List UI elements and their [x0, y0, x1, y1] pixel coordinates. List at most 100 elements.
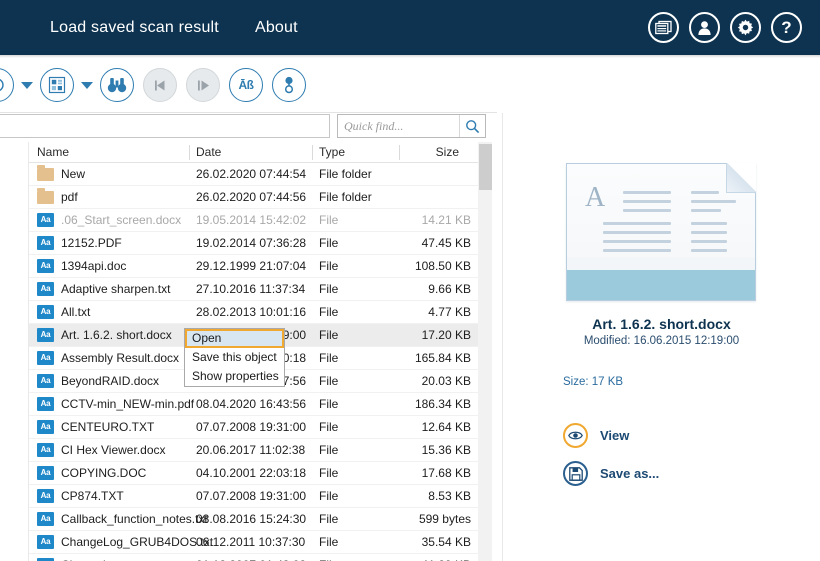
caret-down-icon-2[interactable]: [81, 81, 93, 89]
menu-item-open[interactable]: Open: [185, 329, 284, 348]
menu-item-show-properties[interactable]: Show properties: [185, 367, 284, 386]
table-row[interactable]: Aa All.txt 28.02.2013 10:01:16 File 4.77 KB: [29, 301, 478, 324]
cell-name: Adaptive sharpen.txt: [61, 282, 171, 296]
save-as-button[interactable]: Save as...: [563, 461, 659, 486]
table-row[interactable]: pdf 26.02.2020 07:44:56 File folder: [29, 186, 478, 209]
cell-date: 04.10.2001 22:03:18: [196, 466, 307, 480]
cell-type: File: [319, 512, 339, 526]
nav-load-saved-scan-result[interactable]: Load saved scan result: [50, 19, 219, 37]
cell-type: File: [319, 213, 339, 227]
cell-date: 20.06.2017 11:02:38: [196, 443, 306, 457]
document-icon: Aa: [37, 236, 54, 250]
file-list-header: Name Date Type Size: [29, 142, 492, 163]
table-row[interactable]: Aa .06_Start_screen.docx 19.05.2014 15:42:…: [29, 209, 478, 232]
path-input[interactable]: [0, 114, 330, 138]
binoculars-icon: [107, 78, 127, 93]
view-button[interactable]: View: [563, 423, 629, 448]
search-input[interactable]: Quick find...: [338, 119, 459, 134]
cell-name: Callback_function_notes.txt: [61, 512, 208, 526]
cell-type: File: [319, 259, 339, 273]
table-row[interactable]: Aa Adaptive sharpen.txt 27.10.2016 11:37:3…: [29, 278, 478, 301]
cell-size: 108.50 KB: [414, 259, 471, 273]
table-row[interactable]: Aa 1394api.doc 29.12.1999 21:07:04 File 108.…: [29, 255, 478, 278]
cell-size: 599 bytes: [418, 512, 471, 526]
cell-name: CENTEURO.TXT: [61, 420, 155, 434]
cell-type: File: [319, 351, 339, 365]
table-row[interactable]: Aa 12152.PDF 19.02.2014 07:36:28 File 47.45 …: [29, 232, 478, 255]
search-icon[interactable]: [459, 115, 485, 137]
document-icon: Aa: [37, 282, 54, 296]
preview-title: Art. 1.6.2. short.docx: [592, 316, 731, 332]
cell-size: 17.68 KB: [421, 466, 471, 480]
cell-type: File: [319, 466, 339, 480]
user-icon[interactable]: [689, 12, 720, 43]
table-row[interactable]: Aa CCTV-min_NEW-min.pdf 08.04.2020 16:43:5…: [29, 393, 478, 416]
column-header-type[interactable]: Type: [319, 145, 345, 159]
cell-date: 08.08.2016 15:24:30: [196, 512, 307, 526]
cell-date: 08.04.2020 16:43:56: [196, 397, 307, 411]
cell-type: File: [319, 420, 339, 434]
help-icon[interactable]: ?: [771, 12, 802, 43]
encoding-button[interactable]: Āß: [229, 68, 263, 102]
document-icon: Aa: [37, 374, 54, 388]
preview-panel: A Art. 1.6.2. short.docx Modified: 16.06…: [503, 113, 820, 561]
next-button[interactable]: [186, 68, 220, 102]
table-row[interactable]: Aa Callback_function_notes.txt 08.08.2016 …: [29, 508, 478, 531]
cell-date: 29.12.1999 21:07:04: [196, 259, 307, 273]
toolbar-partial-button[interactable]: [0, 68, 14, 102]
cell-type: File: [319, 397, 339, 411]
quick-find-container: Quick find...: [337, 114, 486, 138]
preview-size: Size: 17 KB: [563, 376, 624, 388]
cell-size: 9.66 KB: [428, 282, 471, 296]
cell-name: ChangeLog_GRUB4DOS.txt: [61, 535, 214, 549]
filter-button[interactable]: [272, 68, 306, 102]
windows-icon[interactable]: [648, 12, 679, 43]
table-row[interactable]: AaChangelog.txt01.12.2007 01:43:02File11…: [29, 554, 478, 561]
column-header-size[interactable]: Size: [414, 145, 459, 159]
caret-down-icon[interactable]: [21, 81, 33, 89]
cell-name: COPYING.DOC: [61, 466, 147, 480]
cell-size: 8.53 KB: [428, 489, 471, 503]
cell-type: File: [319, 282, 339, 296]
table-row[interactable]: Aa CI Hex Viewer.docx 20.06.2017 11:02:38 F…: [29, 439, 478, 462]
column-header-date[interactable]: Date: [196, 145, 221, 159]
cell-type: File: [319, 489, 339, 503]
cell-name: All.txt: [61, 305, 91, 319]
previous-button[interactable]: [143, 68, 177, 102]
cell-name: 12152.PDF: [61, 236, 122, 250]
document-icon: Aa: [37, 259, 54, 273]
cell-name: BeyondRAID.docx: [61, 374, 160, 388]
cell-date: 19.02.2014 07:36:28: [196, 236, 307, 250]
pin-icon: [284, 76, 294, 94]
file-list-scrollbar-thumb[interactable]: [479, 144, 492, 190]
cell-name: CI Hex Viewer.docx: [61, 443, 166, 457]
gear-icon[interactable]: [730, 12, 761, 43]
table-row[interactable]: Aa COPYING.DOC 04.10.2001 22:03:18 File 17.6…: [29, 462, 478, 485]
cell-size: 14.21 KB: [421, 213, 471, 227]
document-icon: Aa: [37, 443, 54, 457]
cell-size: 47.45 KB: [421, 236, 471, 250]
ab-icon: Āß: [238, 78, 255, 92]
menu-item-save-this-object[interactable]: Save this object: [185, 348, 284, 367]
layout-button[interactable]: [40, 68, 74, 102]
nav-about[interactable]: About: [255, 19, 298, 37]
table-row[interactable]: Aa CP874.TXT 07.07.2008 19:31:00 File 8.53 K…: [29, 485, 478, 508]
preview-modified: Modified: 16.06.2015 12:19:00: [583, 335, 740, 347]
cell-type: File: [319, 443, 339, 457]
cell-type: File: [319, 535, 339, 549]
document-icon: Aa: [37, 213, 54, 227]
eye-icon: [563, 423, 588, 448]
table-row[interactable]: Aa ChangeLog_GRUB4DOS.txt 06.12.2011 10:37…: [29, 531, 478, 554]
context-menu[interactable]: Open Save this object Show properties: [184, 328, 285, 387]
letter-a-glyph: A: [585, 182, 606, 213]
find-button[interactable]: [100, 68, 134, 102]
cell-name: .06_Start_screen.docx: [61, 213, 182, 227]
cell-type: File: [319, 374, 339, 388]
table-row[interactable]: Aa CENTEURO.TXT 07.07.2008 19:31:00 File 12.…: [29, 416, 478, 439]
table-row[interactable]: New 26.02.2020 07:44:54 File folder: [29, 163, 478, 186]
cell-type: File: [319, 305, 339, 319]
column-header-name[interactable]: Name: [37, 145, 69, 159]
cell-size: 20.03 KB: [421, 374, 471, 388]
cell-name: Art. 1.6.2. short.docx: [61, 328, 172, 342]
file-list-scrollbar-track[interactable]: [478, 142, 492, 561]
